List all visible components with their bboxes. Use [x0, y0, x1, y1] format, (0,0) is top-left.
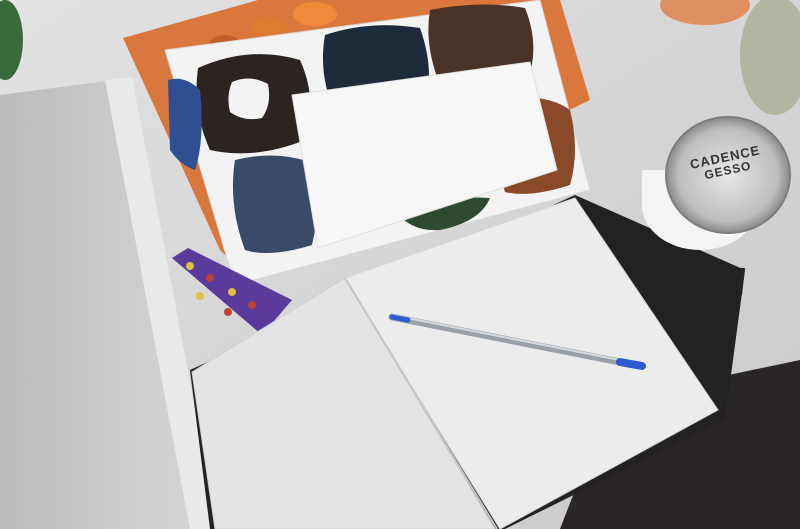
bookmark-pattern	[248, 301, 256, 309]
pen-tip	[389, 314, 411, 323]
bookmark-pattern	[196, 292, 204, 300]
pen-cap	[616, 358, 646, 370]
bookmark-pattern	[206, 274, 214, 282]
photo-illustration	[0, 0, 800, 529]
paint-swatch	[232, 155, 317, 254]
photo-scene: CADENCE GESSO	[0, 0, 800, 529]
bookmark-pattern	[186, 262, 194, 270]
bookmark-pattern	[228, 288, 236, 296]
orange-book-decoration	[293, 2, 337, 26]
gesso-jar-lid	[665, 116, 791, 234]
swatch-gap	[228, 78, 270, 120]
bookmark-pattern	[224, 308, 232, 316]
